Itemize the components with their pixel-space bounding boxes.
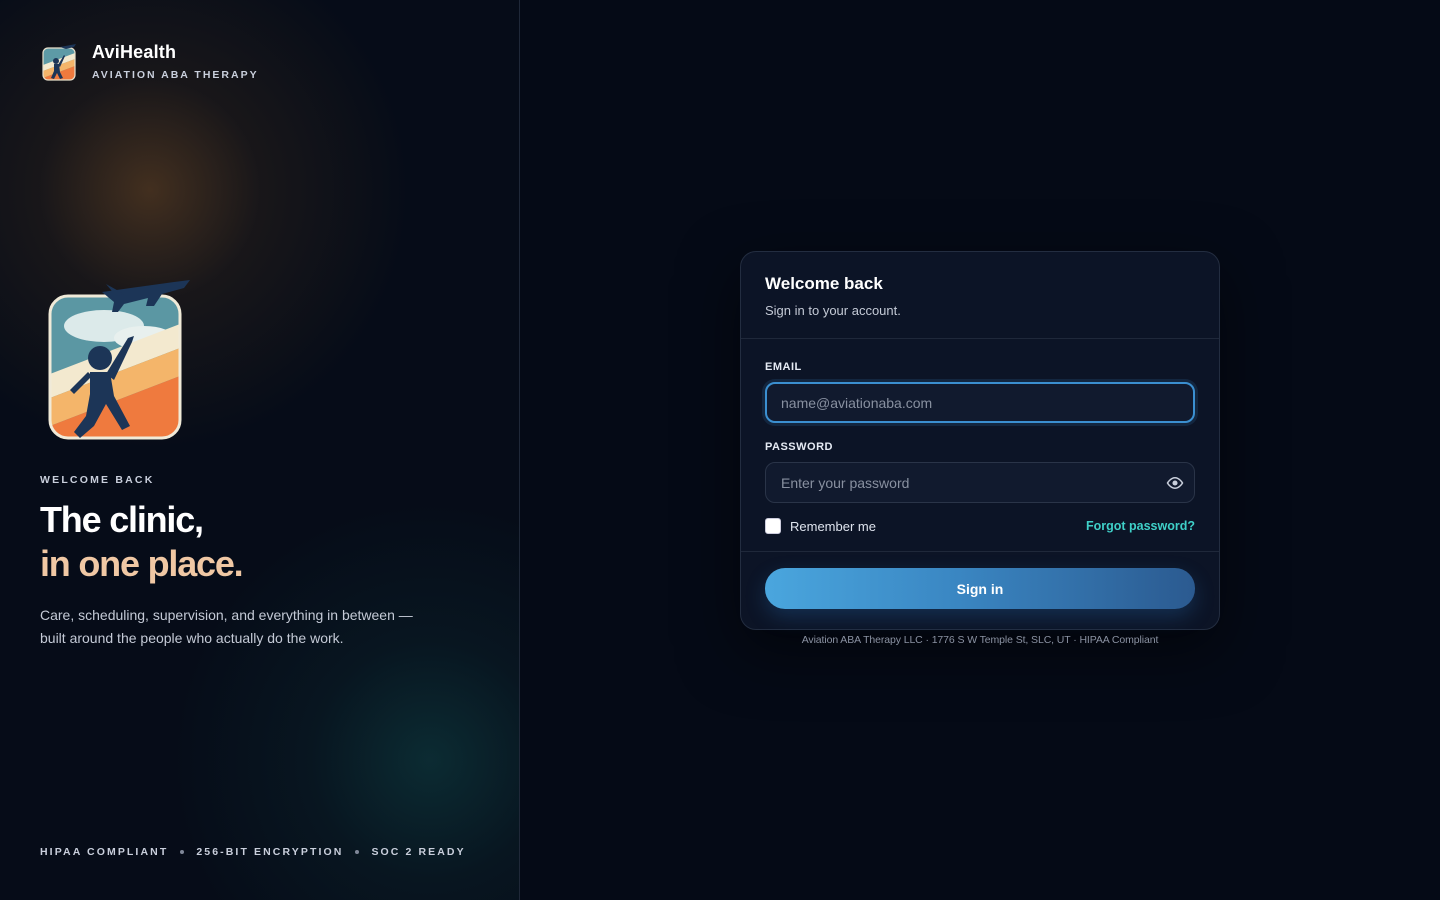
- child-airplane-hero-icon: [48, 280, 190, 440]
- brand-subtitle: AVIATION ABA THERAPY: [92, 69, 259, 81]
- password-input[interactable]: [765, 462, 1195, 503]
- compliance-badges: HIPAA COMPLIANT 256-BIT ENCRYPTION SOC 2…: [40, 846, 466, 858]
- brand-name: AviHealth: [92, 42, 177, 62]
- email-label: EMAIL: [765, 361, 802, 373]
- card-header: Welcome back Sign in to your account.: [741, 252, 1219, 339]
- sign-in-button[interactable]: Sign in: [765, 568, 1195, 609]
- card-divider: [741, 551, 1219, 552]
- email-input[interactable]: [765, 382, 1195, 423]
- hero-headline: The clinic, in one place.: [40, 498, 244, 586]
- forgot-password-link[interactable]: Forgot password?: [1086, 519, 1195, 533]
- remember-checkbox[interactable]: [765, 518, 781, 534]
- headline-line1: The clinic,: [40, 499, 204, 540]
- footer-text: Aviation ABA Therapy LLC · 1776 S W Temp…: [801, 634, 1159, 646]
- badge-encryption: 256-BIT ENCRYPTION: [196, 846, 344, 858]
- remember-me[interactable]: Remember me: [765, 518, 876, 534]
- badge-separator: [180, 850, 185, 854]
- eye-icon[interactable]: [1166, 474, 1184, 492]
- hero-description: Care, scheduling, supervision, and every…: [40, 607, 413, 646]
- brand-panel: AviHealth AVIATION ABA THERAPY WELCOME B…: [0, 0, 520, 900]
- card-subtitle: Sign in to your account.: [765, 303, 901, 318]
- brand-header: AviHealth AVIATION ABA THERAPY: [42, 42, 259, 81]
- badge-separator: [355, 850, 360, 854]
- password-label: PASSWORD: [765, 441, 833, 453]
- login-card: Welcome back Sign in to your account. EM…: [740, 251, 1220, 630]
- headline-accent: in one place.: [40, 543, 244, 584]
- card-title: Welcome back: [765, 274, 883, 293]
- badge-soc2: SOC 2 READY: [371, 846, 466, 858]
- remember-label: Remember me: [790, 518, 876, 534]
- hero-eyebrow: WELCOME BACK: [40, 474, 155, 486]
- badge-hipaa: HIPAA COMPLIANT: [40, 846, 169, 858]
- child-airplane-logo-icon: [42, 43, 76, 81]
